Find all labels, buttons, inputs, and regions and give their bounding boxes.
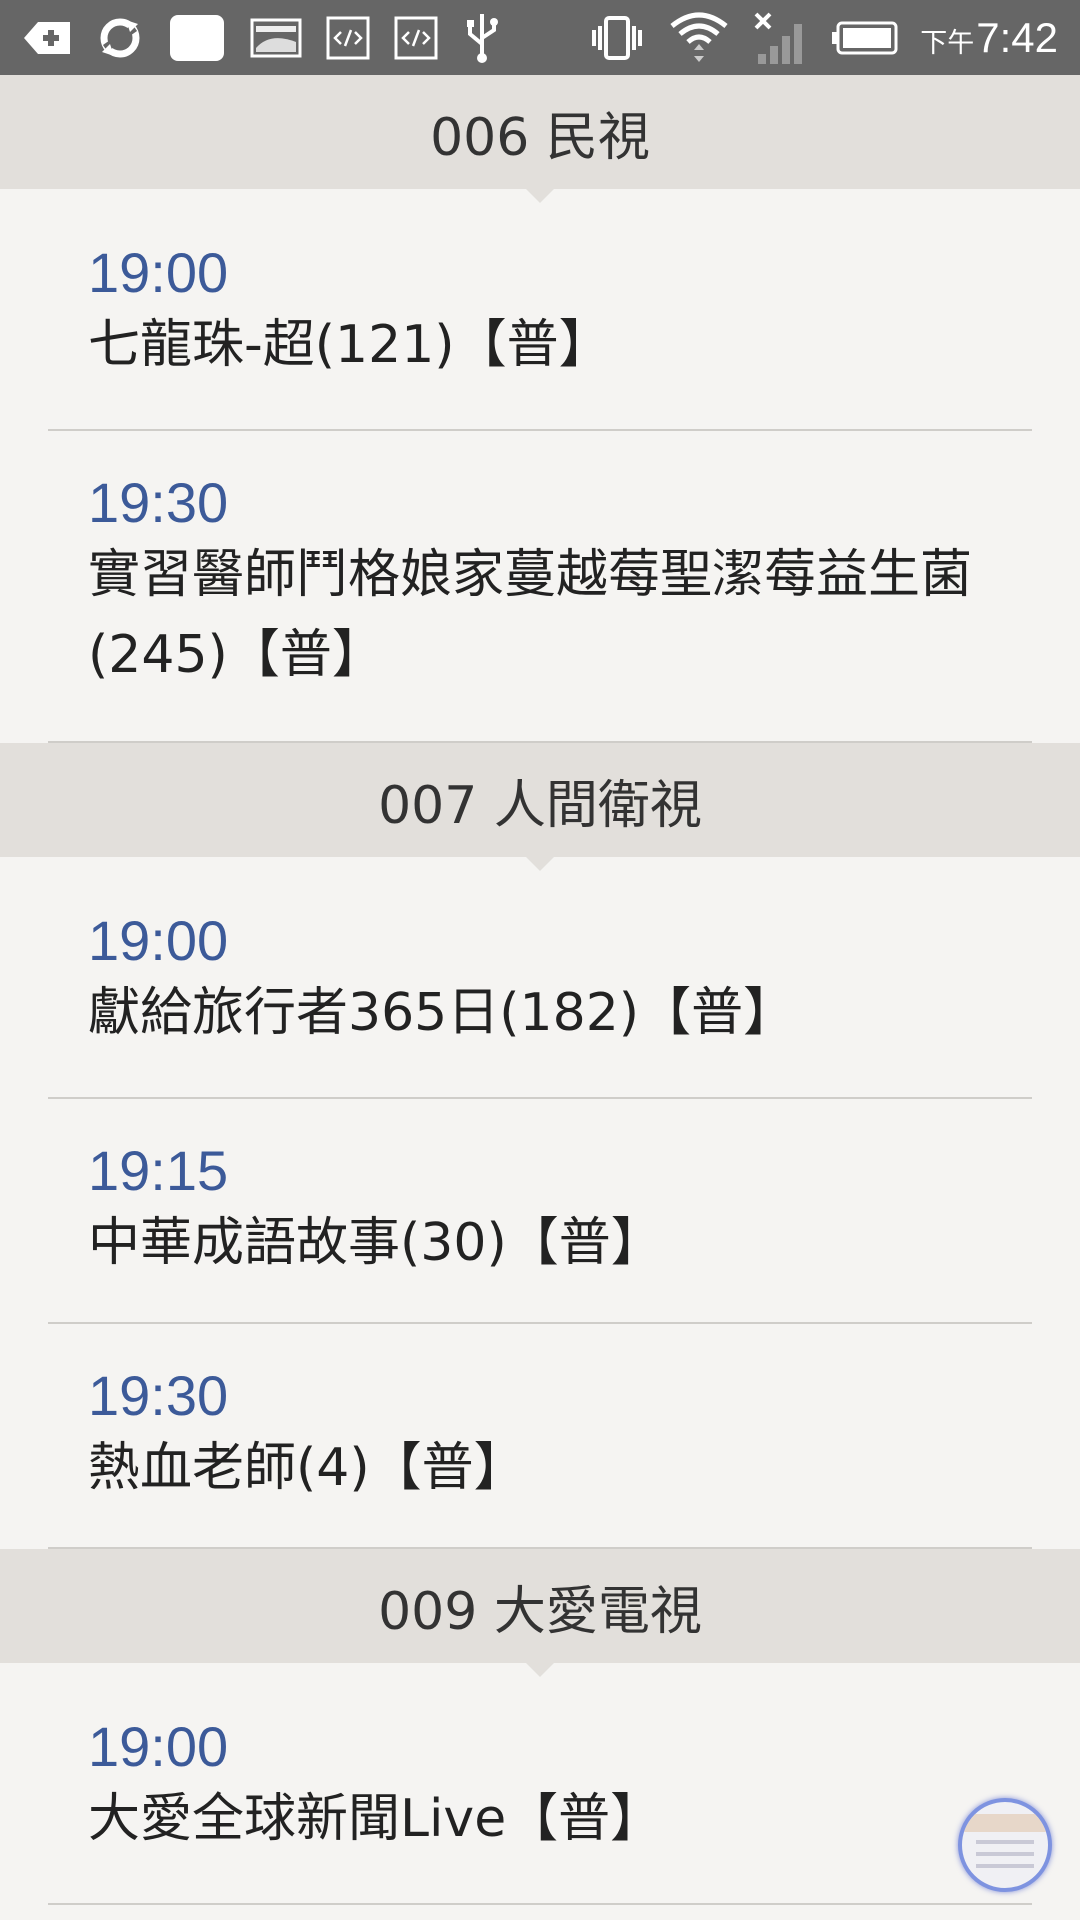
program-item[interactable]: 19:00 大愛全球新聞Live【普】	[48, 1663, 1032, 1905]
thumb-line	[976, 1840, 1034, 1844]
status-bar-system: 下午7:42	[588, 10, 1058, 66]
program-item[interactable]: 19:15 中華成語故事(30)【普】	[48, 1099, 1032, 1324]
program-title: 獻給旅行者365日(182)【普】	[88, 983, 796, 1043]
usb-icon	[462, 12, 502, 64]
battery-icon	[832, 20, 898, 56]
gallery-icon	[250, 18, 302, 58]
program-title: 熱血老師(4)【普】	[88, 1438, 526, 1498]
thumb-line	[976, 1852, 1034, 1856]
program-time: 19:00	[88, 1715, 229, 1778]
code-icon	[394, 16, 438, 60]
header-pointer	[526, 1663, 554, 1677]
floating-screenshot-bubble[interactable]	[958, 1798, 1052, 1892]
code-icon	[326, 16, 370, 60]
status-bar-notifications	[22, 12, 526, 64]
program-item[interactable]: 19:00 獻給旅行者365日(182)【普】	[48, 857, 1032, 1099]
image-icon	[168, 13, 226, 63]
wifi-icon	[668, 10, 730, 66]
status-clock: 7:42	[976, 13, 1058, 61]
program-title: 七龍珠-超(121)【普】	[88, 315, 611, 375]
header-pointer	[526, 857, 554, 871]
thumb-line	[976, 1864, 1034, 1868]
program-item[interactable]: 19:00 七龍珠-超(121)【普】	[48, 189, 1032, 431]
program-title: 大愛全球新聞Live【普】	[88, 1789, 663, 1849]
channel-header[interactable]: 007 人間衛視	[0, 743, 1080, 871]
header-pointer	[526, 189, 554, 203]
add-icon	[22, 18, 72, 58]
program-time: 19:30	[88, 471, 229, 534]
channel-header[interactable]: 009 大愛電視	[0, 1549, 1080, 1677]
program-time: 19:30	[88, 1364, 229, 1427]
thumb-header	[962, 1814, 1048, 1832]
channel-header[interactable]: 006 民視	[0, 75, 1080, 203]
status-ampm: 下午	[920, 27, 975, 59]
program-title: 中華成語故事(30)【普】	[88, 1213, 663, 1273]
signal-icon	[752, 10, 810, 66]
status-bar: 下午7:42	[0, 0, 1080, 75]
channel-name: 009 大愛電視	[378, 1581, 702, 1642]
program-time: 19:15	[88, 1139, 229, 1202]
program-list[interactable]: 006 民視 19:00 七龍珠-超(121)【普】 19:30 實習醫師鬥格娘…	[0, 75, 1080, 1905]
channel-name: 007 人間衛視	[378, 775, 702, 836]
status-time: 下午7:42	[920, 14, 1058, 62]
vibrate-icon	[588, 14, 646, 62]
program-title: 實習醫師鬥格娘家蔓越莓聖潔莓益生菌(245)【普】	[88, 545, 973, 685]
sync-icon	[96, 14, 144, 62]
program-time: 19:00	[88, 241, 229, 304]
program-time: 19:00	[88, 909, 229, 972]
channel-name: 006 民視	[430, 107, 650, 168]
program-item[interactable]: 19:30 實習醫師鬥格娘家蔓越莓聖潔莓益生菌(245)【普】	[48, 431, 1032, 743]
program-item[interactable]: 19:30 熱血老師(4)【普】	[48, 1324, 1032, 1549]
